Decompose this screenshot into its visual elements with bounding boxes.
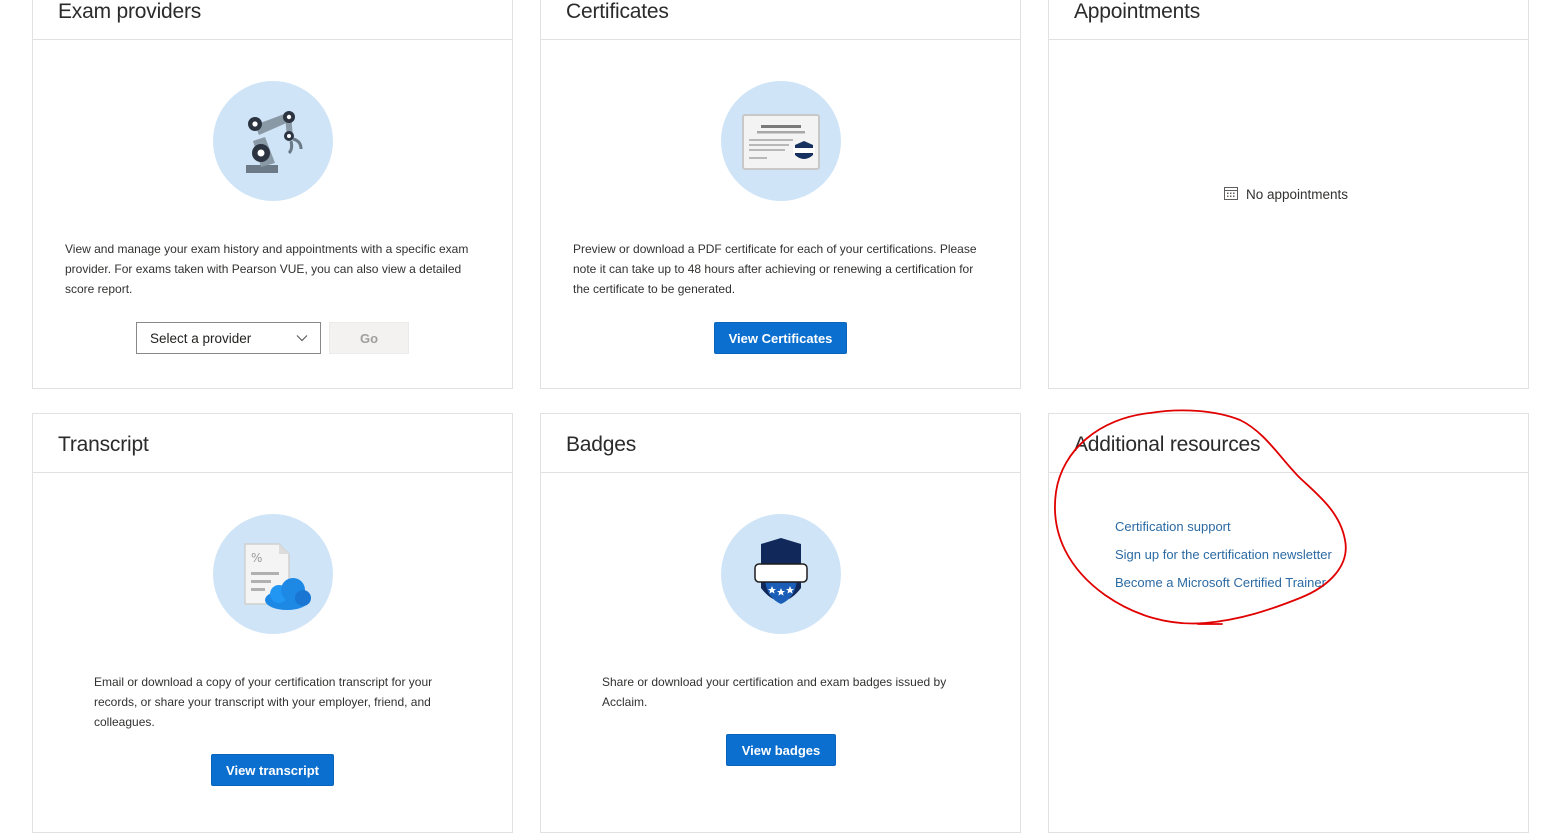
document-cloud-icon: % (213, 514, 333, 634)
view-badges-button[interactable]: View badges (726, 734, 836, 766)
card-title: Appointments (1074, 0, 1201, 23)
exam-providers-description: View and manage your exam history and ap… (65, 242, 469, 296)
badge-shield-icon (721, 514, 841, 634)
card-header: Badges (541, 414, 1020, 473)
view-transcript-button[interactable]: View transcript (211, 754, 334, 786)
chevron-down-icon (296, 335, 308, 342)
card-title: Transcript (58, 433, 149, 456)
microsoft-certified-trainer-link[interactable]: Become a Microsoft Certified Trainer (1115, 575, 1326, 590)
provider-select[interactable]: Select a provider (136, 322, 321, 354)
card-title: Badges (566, 433, 637, 456)
appointments-card: Appointments No appointments (1048, 0, 1529, 389)
exam-providers-card: Exam providers View and manage your exam… (32, 0, 513, 389)
appointments-empty-state: No appointments (1224, 186, 1349, 202)
certificate-icon (721, 81, 841, 201)
card-header: Exam providers (33, 0, 512, 40)
calendar-icon (1224, 186, 1238, 200)
card-header: Additional resources (1049, 414, 1528, 473)
robot-arm-icon (213, 81, 333, 201)
additional-resources-card: Additional resources Certification suppo… (1048, 413, 1529, 833)
transcript-card: Transcript % Email or download a copy of… (32, 413, 513, 833)
svg-text:%: % (251, 551, 262, 565)
certification-newsletter-link[interactable]: Sign up for the certification newsletter (1115, 547, 1332, 562)
card-header: Appointments (1049, 0, 1528, 40)
card-header: Transcript (33, 414, 512, 473)
badges-description: Share or download your certification and… (602, 675, 947, 709)
certification-support-link[interactable]: Certification support (1115, 519, 1231, 534)
certificates-description: Preview or download a PDF certificate fo… (573, 242, 977, 296)
card-title: Additional resources (1074, 433, 1261, 456)
card-title: Certificates (566, 0, 669, 23)
no-appointments-text: No appointments (1246, 187, 1349, 202)
card-header: Certificates (541, 0, 1020, 40)
transcript-description: Email or download a copy of your certifi… (94, 675, 433, 729)
certificates-card: Certificates Preview or download a PDF c… (540, 0, 1021, 389)
badges-card: Badges Share or download your certificat… (540, 413, 1021, 833)
card-title: Exam providers (58, 0, 202, 23)
provider-select-value: Select a provider (150, 330, 252, 346)
view-certificates-button[interactable]: View Certificates (714, 322, 847, 354)
go-button[interactable]: Go (329, 322, 409, 354)
